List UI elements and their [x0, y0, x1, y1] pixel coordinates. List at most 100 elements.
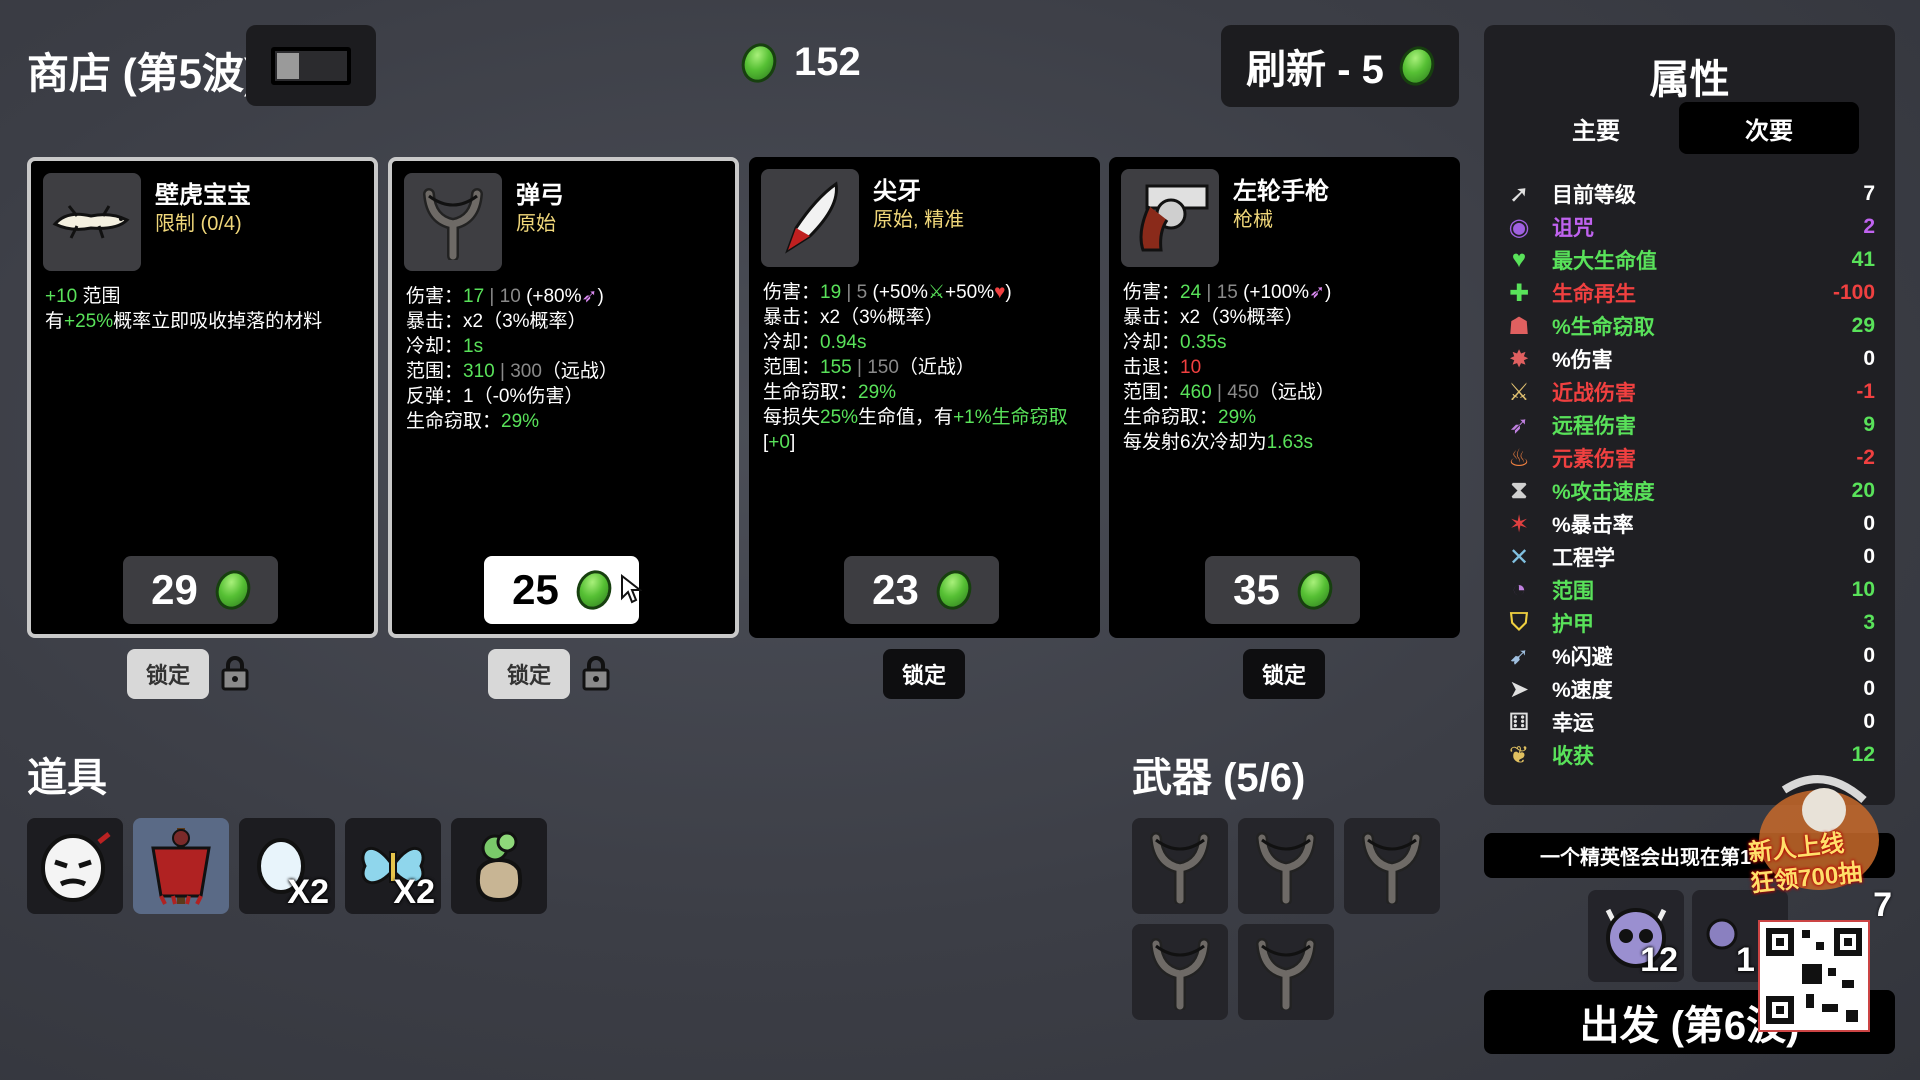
stat-row[interactable]: ♨ 元素伤害 -2: [1504, 443, 1875, 473]
item-count: X2: [287, 873, 329, 911]
item-slot[interactable]: [133, 818, 229, 914]
stat-row[interactable]: ❦ 收获 12: [1504, 740, 1875, 770]
buy-button[interactable]: 35: [1205, 556, 1360, 624]
stat-value: 0: [1863, 347, 1875, 370]
item-slot[interactable]: [451, 818, 547, 914]
buy-button[interactable]: 23: [844, 556, 999, 624]
stat-text: 生命窃取：: [1123, 407, 1219, 428]
weapon-slot[interactable]: [1132, 818, 1228, 914]
stat-label: %暴击率: [1552, 514, 1634, 537]
weapon-slot[interactable]: [1344, 818, 1440, 914]
stat-line: 反弹：1（-0%伤害）: [406, 384, 723, 409]
stat-line: 每损失25%生命值，有+1%生命窃取: [763, 405, 1088, 430]
tab-primary[interactable]: 主要: [1506, 102, 1686, 154]
stat-line: 击退：10: [1123, 355, 1448, 380]
stat-row[interactable]: ✶ %暴击率 0: [1504, 509, 1875, 539]
stat-row[interactable]: ➹ %闪避 0: [1504, 641, 1875, 671]
item-tag: 原始: [516, 213, 556, 235]
lock-button[interactable]: 锁定: [1243, 649, 1325, 699]
stat-row[interactable]: ⚔ 近战伤害 -1: [1504, 377, 1875, 407]
stat-row[interactable]: ➚ 目前等级 7: [1504, 179, 1875, 209]
stat-label: 生命再生: [1552, 283, 1636, 306]
reroll-button[interactable]: 刷新 - 5: [1221, 25, 1459, 107]
stat-value: 0: [1863, 710, 1875, 733]
stat-row[interactable]: ⚅ 幸运 0: [1504, 707, 1875, 737]
stat-text: ]: [789, 432, 796, 453]
stat-row[interactable]: ➤ %速度 0: [1504, 674, 1875, 704]
stat-row[interactable]: ⧗ %攻击速度 20: [1504, 476, 1875, 506]
stat-text: +25%: [64, 311, 114, 332]
stat-value: 7: [1863, 182, 1875, 205]
slingshot-icon: [1140, 930, 1220, 1015]
stat-label: 工程学: [1552, 547, 1615, 570]
stat-row[interactable]: ➶ 远程伤害 9: [1504, 410, 1875, 440]
stat-text: | 5: [841, 282, 873, 303]
stat-line: 生命窃取：29%: [1123, 405, 1448, 430]
item-tag: 限制 (0/4): [155, 213, 242, 235]
stat-row[interactable]: ⛉ 护甲 3: [1504, 608, 1875, 638]
lock-button[interactable]: 锁定: [127, 649, 209, 699]
stat-row[interactable]: ◉ 诅咒 2: [1504, 212, 1875, 242]
stat-text: 击退：: [1123, 357, 1181, 378]
lock-button[interactable]: 锁定: [883, 649, 965, 699]
stat-text: 冷却：: [1123, 332, 1181, 353]
stat-text: +0: [768, 432, 790, 453]
qr-code-icon[interactable]: [1758, 920, 1870, 1032]
view-toggle[interactable]: [246, 25, 376, 106]
item-slot[interactable]: [27, 818, 123, 914]
stat-label: %伤害: [1552, 349, 1613, 372]
fang-icon: [770, 176, 850, 261]
buy-button[interactable]: 29: [123, 556, 278, 624]
harvest-icon: ❦: [1508, 741, 1530, 769]
buy-button[interactable]: 25: [484, 556, 639, 624]
lock-button[interactable]: 锁定: [488, 649, 570, 699]
material-coin-icon: [1394, 41, 1440, 91]
tab-secondary[interactable]: 次要: [1679, 102, 1859, 154]
stat-row[interactable]: ✕ 工程学 0: [1504, 542, 1875, 572]
enemy-slot[interactable]: 12: [1588, 890, 1684, 982]
item-slot[interactable]: X2: [239, 818, 335, 914]
stat-row[interactable]: ♥ 最大生命值 41: [1504, 245, 1875, 275]
toggle-switch[interactable]: [271, 46, 351, 85]
slingshot-icon: [1246, 930, 1326, 1015]
stat-value: 0: [1863, 677, 1875, 700]
stat-row[interactable]: ✚ 生命再生 -100: [1504, 278, 1875, 308]
stat-text: 每损失: [763, 407, 821, 428]
stat-label: 收获: [1552, 745, 1594, 768]
stat-row[interactable]: ✸ %伤害 0: [1504, 344, 1875, 374]
promo-overlay[interactable]: 新人上线 狂领700抽 7: [1744, 770, 1894, 1040]
item-stats: +10 范围 有+25%概率立即吸收掉落的材料: [45, 284, 362, 334]
stat-text: 460: [1180, 382, 1212, 403]
stat-text: 0.35s: [1180, 332, 1227, 353]
stat-label: %生命窃取: [1552, 316, 1655, 339]
stat-text: 0.94s: [820, 332, 867, 353]
gecko-icon: [47, 190, 137, 255]
stat-line: 暴击：x2（3%概率）: [406, 309, 723, 334]
item-tag: 枪械: [1233, 209, 1273, 231]
stat-text: 范围: [77, 286, 121, 307]
stat-label: 远程伤害: [1552, 415, 1636, 438]
weapon-slot[interactable]: [1238, 818, 1334, 914]
stat-row[interactable]: ◔ 范围 10: [1504, 575, 1875, 605]
material-coin-icon: [210, 565, 256, 615]
ranged-icon: ➶: [1508, 411, 1530, 439]
stat-text: 冷却：: [763, 332, 821, 353]
weapon-slot[interactable]: [1132, 924, 1228, 1020]
stat-text: 17: [463, 286, 485, 307]
stat-row[interactable]: ☗ %生命窃取 29: [1504, 311, 1875, 341]
items-section-title: 道具: [27, 756, 107, 800]
level-icon: ➚: [1508, 180, 1530, 208]
dodge-icon: ➹: [1508, 642, 1530, 670]
gold-counter: 152: [736, 37, 861, 88]
item-slot[interactable]: X2: [345, 818, 441, 914]
item-stats: 伤害：17 | 10 (+80%➶) 暴击：x2（3%概率） 冷却：1s 范围：310…: [406, 284, 723, 434]
stat-line: 暴击：x2（3%概率）: [763, 305, 1088, 330]
scarecrow-icon: [151, 828, 211, 905]
stat-line: 伤害：24 | 15 (+100%➶): [1123, 280, 1448, 305]
stat-text: 伤害：: [406, 286, 464, 307]
price-value: 23: [872, 566, 919, 613]
stat-text: 10: [1180, 357, 1202, 378]
stat-text: | 150: [851, 357, 899, 378]
stat-value: 41: [1851, 248, 1875, 271]
weapon-slot[interactable]: [1238, 924, 1334, 1020]
